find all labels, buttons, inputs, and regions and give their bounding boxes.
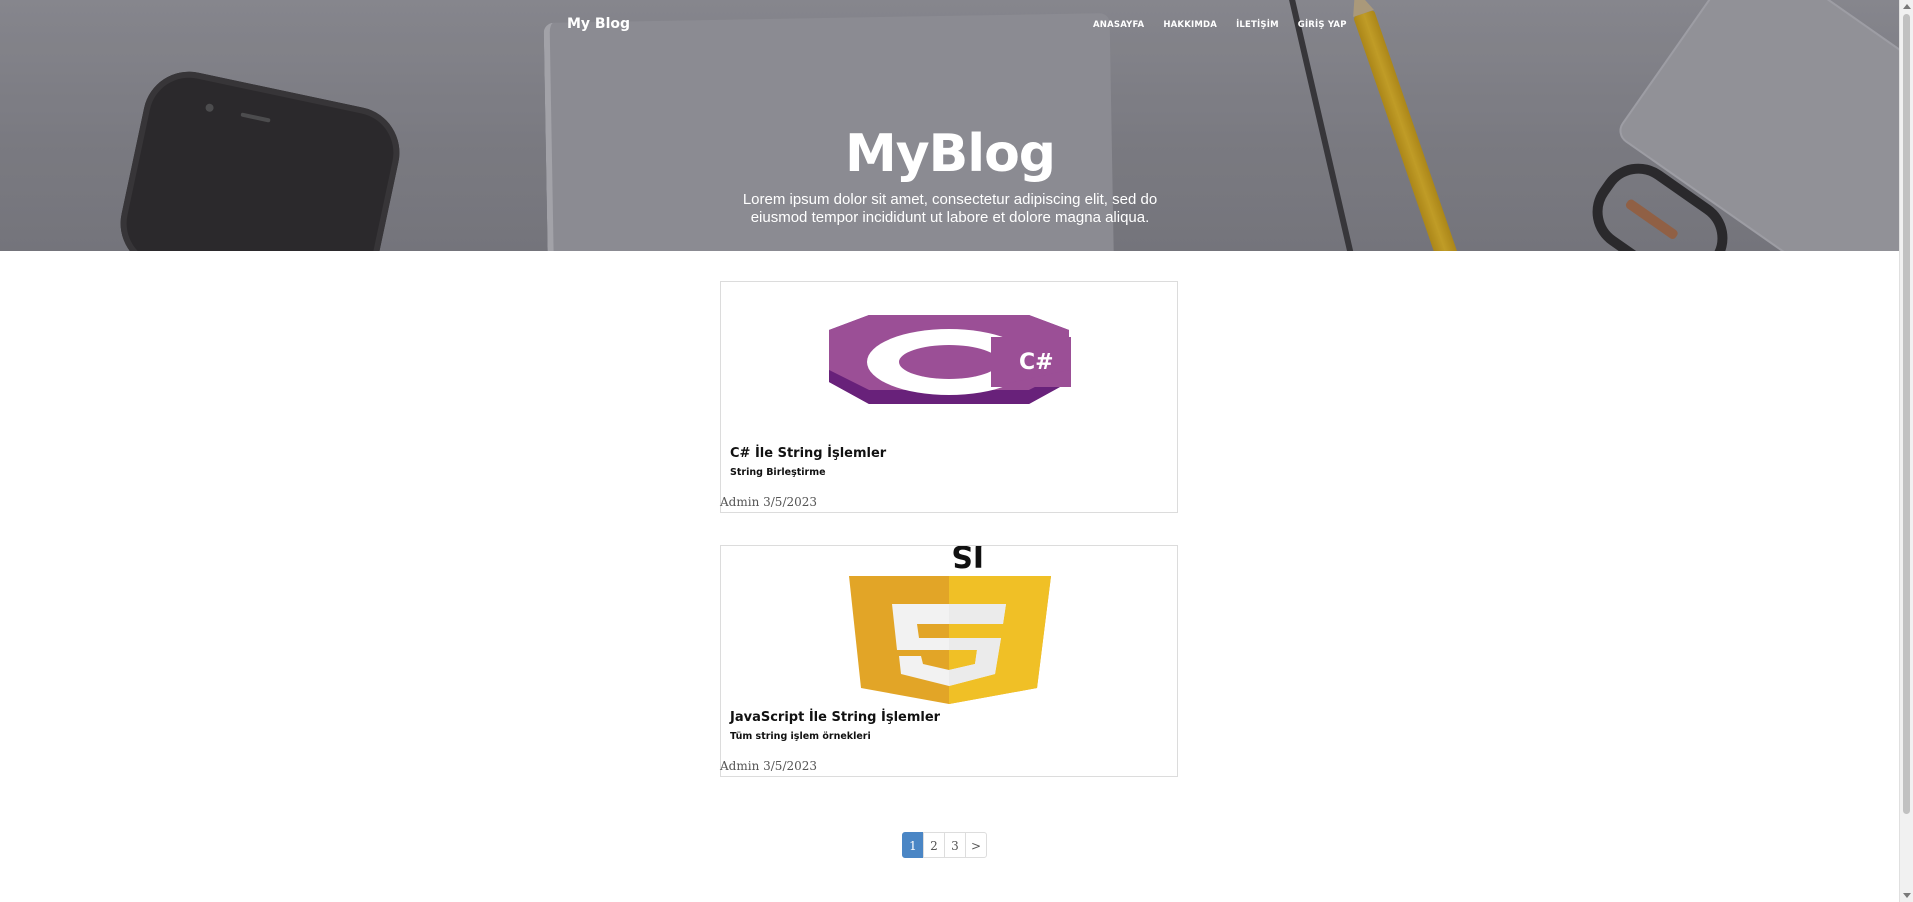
nav-link-iletisim[interactable]: İLETİŞİM	[1236, 20, 1279, 30]
main-nav: ANASAYFA HAKKIMDA İLETİŞİM GİRİŞ YAP	[1093, 20, 1366, 30]
javascript-logo-icon: JS	[849, 546, 1051, 704]
scroll-down-icon[interactable]	[1903, 893, 1911, 898]
post-card[interactable]: JS JavaScript İle String İşlemler Tüm st…	[720, 545, 1178, 777]
post-subtitle: String Birleştirme	[730, 467, 826, 478]
csharp-logo-icon: C#	[829, 315, 1071, 404]
page-link-3[interactable]: 3	[944, 832, 966, 858]
post-title[interactable]: C# İle String İşlemler	[730, 446, 886, 461]
hero-subtitle: Lorem ipsum dolor sit amet, consectetur …	[742, 191, 1158, 226]
scrollbar-thumb[interactable]	[1903, 14, 1910, 814]
post-meta: Admin 3/5/2023	[720, 495, 817, 509]
pagination: 1 2 3 >	[902, 832, 987, 858]
nav-link-hakkimda[interactable]: HAKKIMDA	[1163, 20, 1217, 30]
scroll-up-icon[interactable]	[1903, 4, 1911, 9]
post-author: Admin	[720, 495, 760, 509]
page-link-2[interactable]: 2	[923, 832, 945, 858]
hero-header: My Blog ANASAYFA HAKKIMDA İLETİŞİM GİRİŞ…	[0, 0, 1900, 251]
page-link-1[interactable]: 1	[902, 832, 924, 858]
post-date: 3/5/2023	[763, 495, 818, 509]
page-next-button[interactable]: >	[965, 832, 987, 858]
post-card[interactable]: C# C# İle String İşlemler String Birleşt…	[720, 281, 1178, 513]
nav-link-giris-yap[interactable]: GİRİŞ YAP	[1298, 20, 1347, 30]
post-meta: Admin 3/5/2023	[720, 759, 817, 773]
nav-link-anasayfa[interactable]: ANASAYFA	[1093, 20, 1144, 30]
post-title[interactable]: JavaScript İle String İşlemler	[730, 710, 940, 725]
js-logo-text: JS	[951, 546, 986, 573]
vertical-scrollbar[interactable]	[1899, 0, 1913, 902]
post-subtitle: Tüm string işlem örnekleri	[730, 731, 871, 742]
page-title: MyBlog	[844, 124, 1056, 184]
csharp-logo-text: C#	[1019, 350, 1054, 375]
post-author: Admin	[720, 759, 760, 773]
brand-link[interactable]: My Blog	[567, 16, 630, 32]
post-date: 3/5/2023	[763, 759, 818, 773]
